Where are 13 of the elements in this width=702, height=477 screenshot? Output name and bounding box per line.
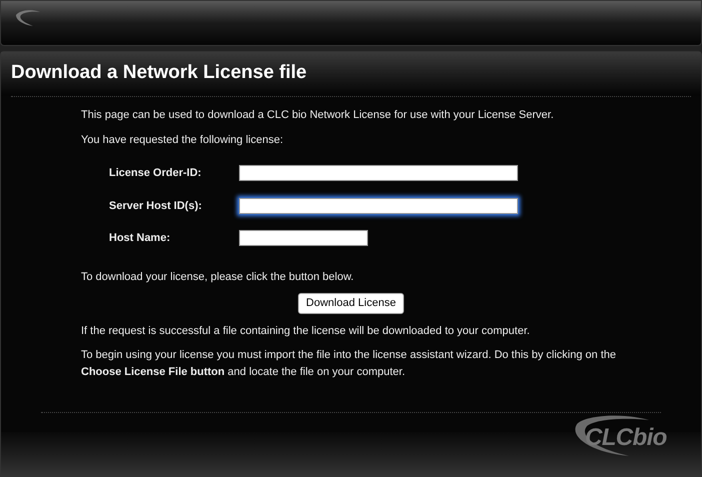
page-title: Download a Network License file (11, 63, 307, 82)
note-text: If the request is successful a file containing the license will be downloaded to your computer. (81, 324, 531, 338)
download-license-button[interactable]: Download License (298, 293, 404, 314)
input-field[interactable] (239, 165, 518, 182)
input-field[interactable] (239, 198, 518, 214)
intro-text: This page can be used to download a CLC bio Network License for use with your License Server. (81, 108, 555, 123)
field-label: Host Name: (109, 231, 172, 246)
input-field[interactable] (239, 230, 368, 246)
note-text: To begin using your license you must import the file into the license assistant wizard. Do this by clicking on the Choose License File button and locate the file on your computer. (81, 348, 617, 380)
field-label: License Order-ID: (109, 166, 202, 181)
instruction-text: To download your license, please click the button below. (81, 270, 355, 284)
field-label: Server Host ID(s): (109, 198, 203, 214)
intro-text: You have requested the following license: (81, 132, 284, 148)
